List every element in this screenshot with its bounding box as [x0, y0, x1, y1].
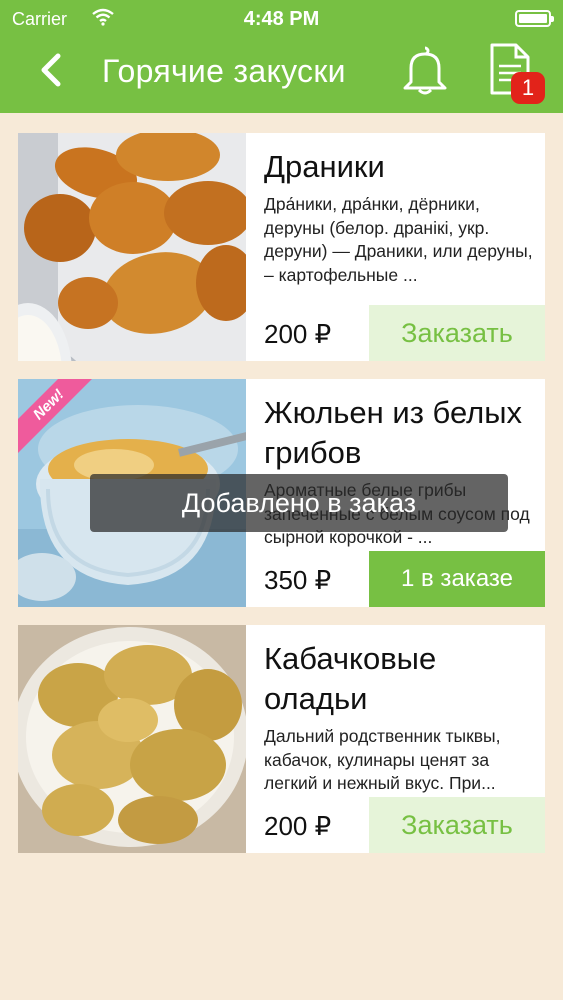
- added-to-order-toast: Добавлено в заказ: [90, 474, 508, 532]
- order-button[interactable]: Заказать: [369, 797, 545, 853]
- order-button[interactable]: Заказать: [369, 305, 545, 361]
- in-order-button[interactable]: 1 в заказе: [369, 551, 545, 607]
- zucchini-fritters-photo: [18, 625, 246, 853]
- item-price: 200 ₽: [264, 811, 332, 841]
- battery-icon: [515, 10, 554, 27]
- item-title: Кабачковые оладьи: [264, 641, 437, 716]
- item-price: 350 ₽: [264, 565, 332, 595]
- item-description: Дальний родственник тыквы, кабачок, кули…: [264, 726, 501, 793]
- nav-bar: Carrier 4:48 PM Горячие закуски 1: [0, 0, 563, 113]
- back-chevron-icon[interactable]: [34, 50, 74, 90]
- bell-icon[interactable]: [400, 44, 450, 96]
- item-title: Жюльен из белых грибов: [264, 395, 523, 470]
- item-price: 200 ₽: [264, 319, 332, 349]
- status-bar: Carrier 4:48 PM: [0, 0, 563, 38]
- draniki-photo: [18, 133, 246, 361]
- item-description: Дра́ники, дра́нки, дёрники, деруны (бело…: [264, 194, 533, 285]
- menu-item-card[interactable]: Кабачковые оладьи Дальний родственник ты…: [18, 625, 545, 853]
- cart-count-badge: 1: [511, 72, 545, 104]
- item-title: Драники: [264, 149, 385, 184]
- status-time: 4:48 PM: [243, 8, 320, 30]
- page-title: Горячие закуски: [102, 53, 346, 89]
- menu-item-card[interactable]: Драники Дра́ники, дра́нки, дёрники, деру…: [18, 133, 545, 361]
